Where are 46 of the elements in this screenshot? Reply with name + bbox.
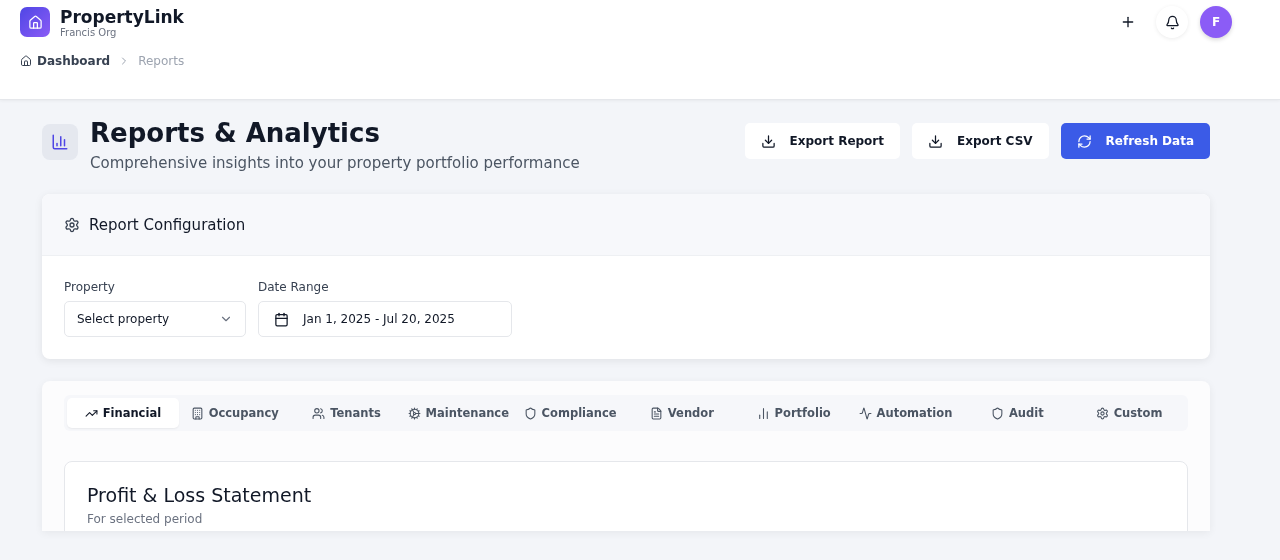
report-tab[interactable]: Portfolio: [737, 398, 850, 428]
report-tab[interactable]: Audit: [961, 398, 1074, 428]
refresh-icon: [1076, 133, 1092, 149]
export-button[interactable]: Export Report: [744, 123, 900, 159]
download-icon: [928, 133, 943, 149]
settings-icon: [64, 216, 80, 233]
report-tab[interactable]: Financial: [67, 398, 179, 428]
org-name: Francis Org: [60, 26, 117, 38]
page-title: Reports & Analytics: [90, 118, 381, 148]
field-label: Property: [64, 280, 116, 294]
report-tab[interactable]: Tenants: [290, 398, 403, 428]
report-tab[interactable]: Occupancy: [178, 398, 291, 428]
bar-chart-icon: [756, 406, 770, 420]
calendar-icon: [274, 311, 289, 327]
app-name: PropertyLink: [60, 6, 184, 27]
shield-icon: [990, 406, 1004, 420]
settings-icon: [1095, 406, 1109, 420]
breadcrumb-link[interactable]: Dashboard: [20, 54, 111, 68]
statement-title: Profit & Loss Statement: [87, 484, 313, 506]
property-select[interactable]: Select property: [64, 301, 246, 337]
plus-icon: [1120, 14, 1136, 30]
pulse-icon: [858, 406, 872, 420]
field-label: Date Range: [258, 280, 330, 294]
shield-icon: [523, 406, 537, 420]
refresh-button[interactable]: Refresh Data: [1060, 123, 1210, 159]
statement-subtitle: For selected period: [87, 512, 204, 526]
report-tab[interactable]: Custom: [1073, 398, 1185, 428]
document-icon: [649, 406, 663, 420]
page-subtitle: Comprehensive insights into your property portfolio performance: [90, 154, 580, 172]
report-tab[interactable]: Vendor: [626, 398, 738, 428]
report-tab[interactable]: Compliance: [514, 398, 626, 428]
notifications-button[interactable]: [1156, 6, 1188, 38]
export-button[interactable]: Export CSV: [912, 123, 1049, 159]
bell-icon: [1164, 14, 1180, 30]
home-icon: [20, 55, 32, 67]
date-range-picker[interactable]: Jan 1, 2025 - Jul 20, 2025: [258, 301, 512, 337]
app-logo: [20, 7, 50, 37]
card-title: Report Configuration: [89, 215, 246, 234]
building-icon: [190, 406, 204, 420]
chart-icon: [42, 124, 78, 160]
download-icon: [760, 133, 776, 149]
report-tab[interactable]: Automation: [849, 398, 962, 428]
gear-icon: [407, 406, 421, 420]
report-tab[interactable]: Maintenance: [402, 398, 515, 428]
user-avatar[interactable]: F: [1200, 6, 1232, 38]
users-icon: [312, 406, 326, 420]
